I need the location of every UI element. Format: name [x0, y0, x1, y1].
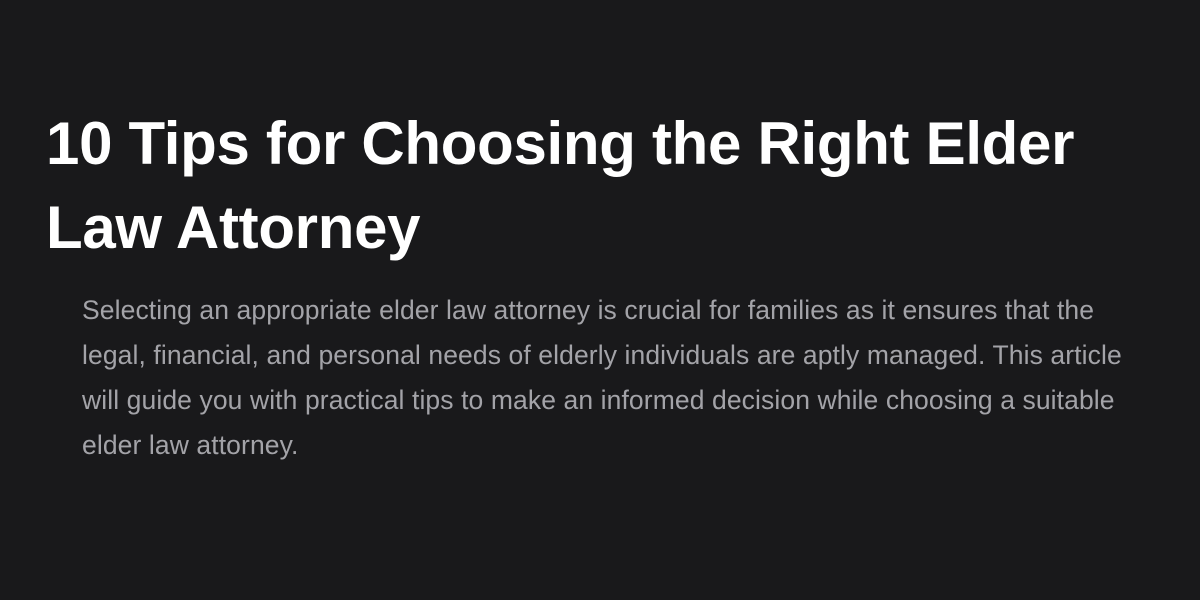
article-title: 10 Tips for Choosing the Right Elder Law…	[46, 110, 1075, 261]
article-card: 10 Tips for Choosing the Right Elder Law…	[0, 0, 1200, 600]
article-excerpt: Selecting an appropriate elder law attor…	[82, 295, 1122, 460]
